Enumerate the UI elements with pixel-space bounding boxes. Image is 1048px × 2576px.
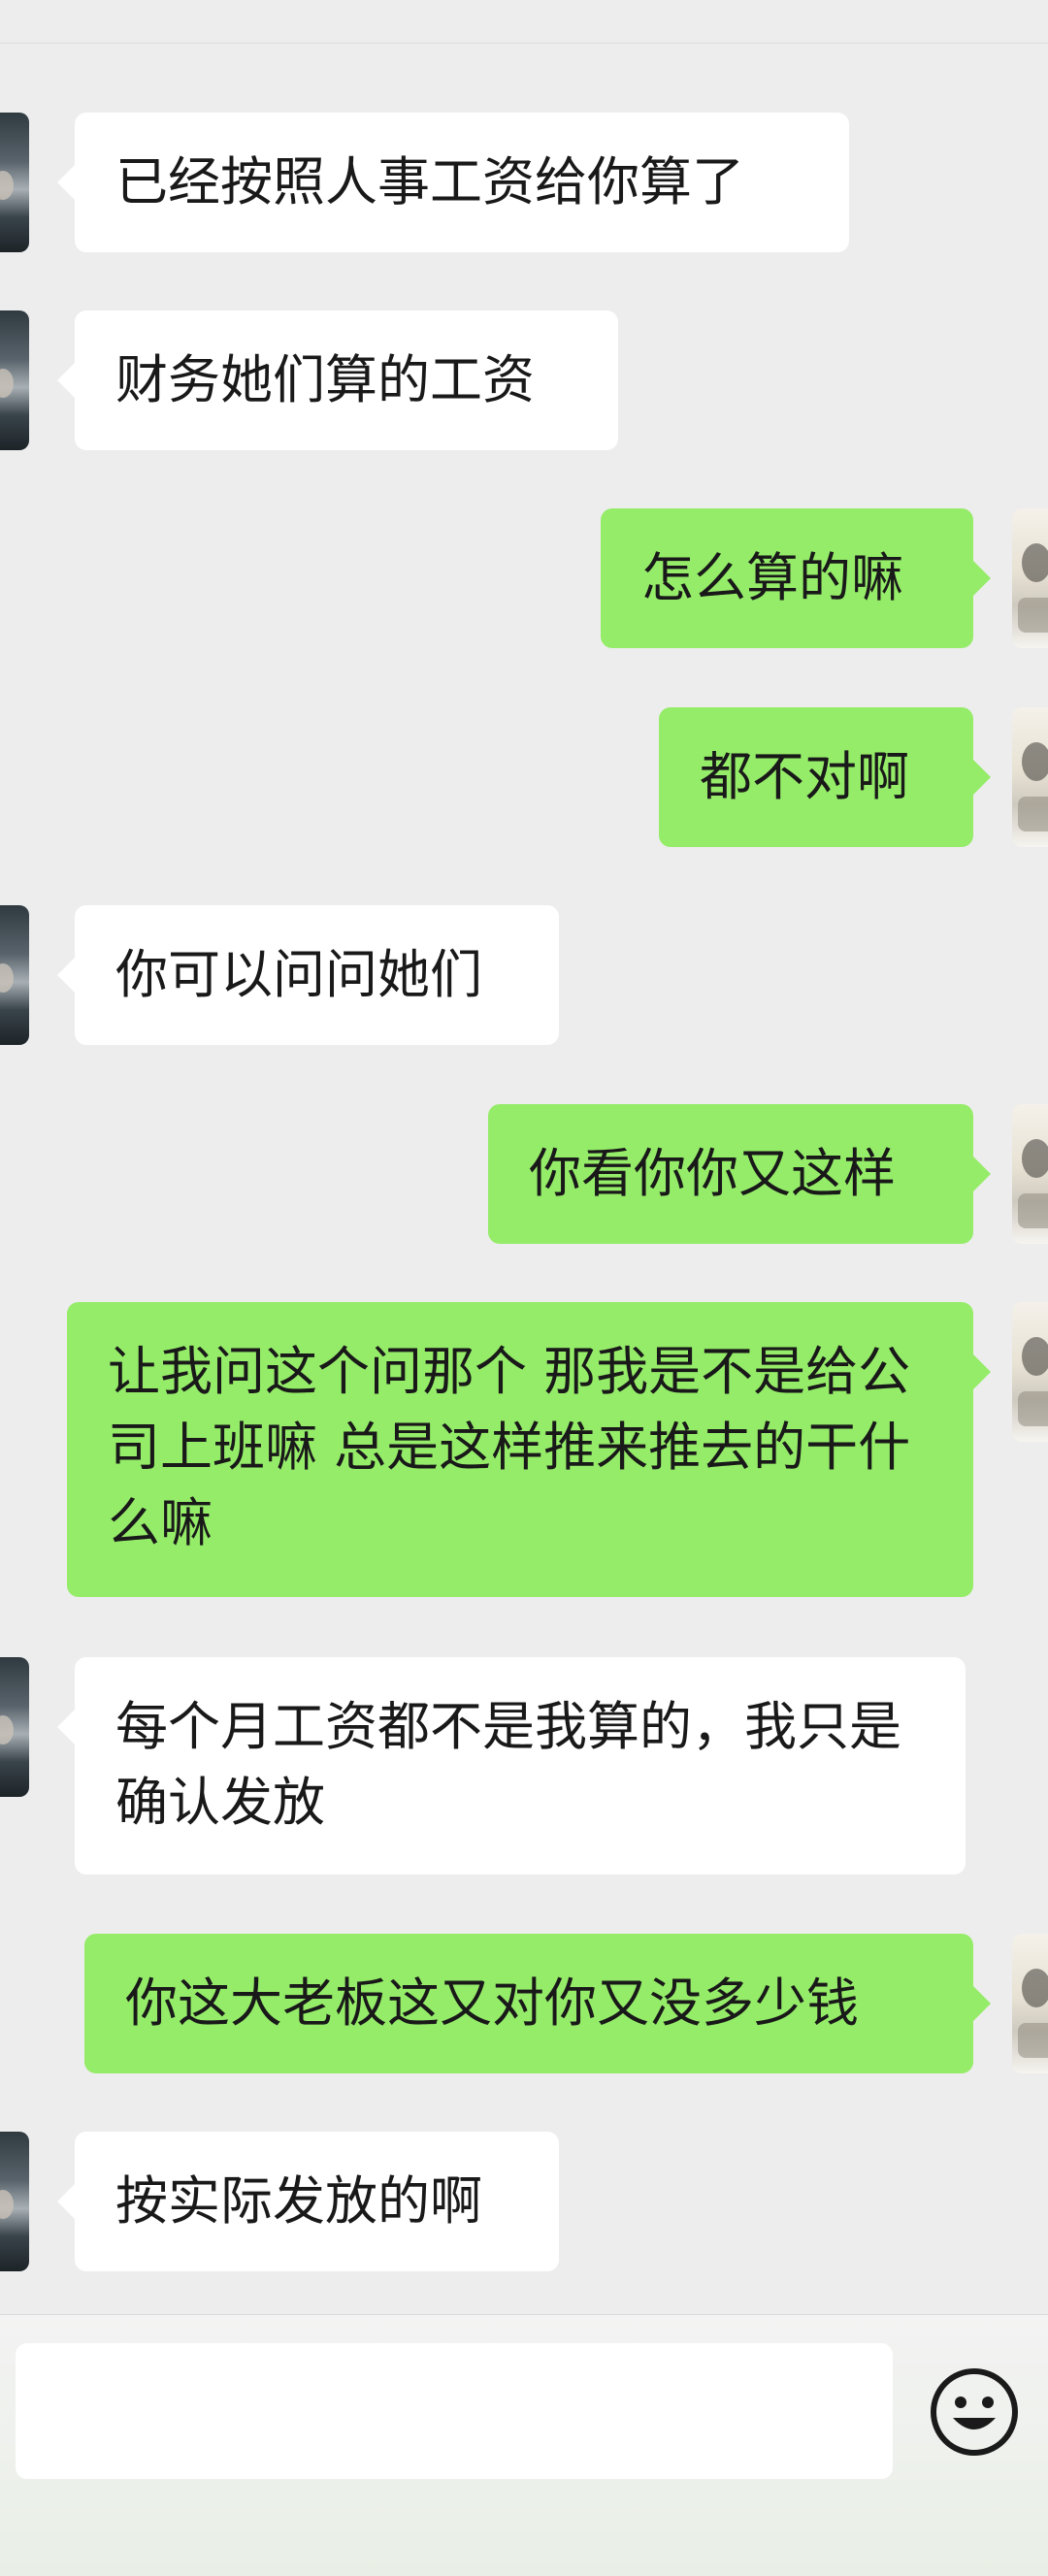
user-avatar[interactable] [1012,707,1048,847]
user-avatar[interactable] [1012,1934,1048,2073]
chat-message-list[interactable]: 已经按照人事工资给你算了 财务她们算的工资 怎么算的嘛 都不对啊 你可以问问她们… [0,0,1048,2314]
incoming-message-bubble[interactable]: 你可以问问她们 [57,905,559,1045]
contact-avatar[interactable] [0,1657,29,1797]
contact-avatar[interactable] [0,2132,29,2271]
contact-avatar[interactable] [0,113,29,252]
incoming-message-bubble[interactable]: 财务她们算的工资 [57,310,618,450]
smiley-face-icon [931,2368,1018,2456]
user-avatar[interactable] [1012,508,1048,648]
contact-avatar[interactable] [0,905,29,1045]
input-bar [0,2314,1048,2576]
outgoing-message-bubble[interactable]: 怎么算的嘛 [601,508,991,648]
user-avatar[interactable] [1012,1104,1048,1244]
emoji-button[interactable] [928,2365,1021,2459]
contact-avatar[interactable] [0,310,29,450]
outgoing-message-bubble[interactable]: 你看你你又这样 [488,1104,991,1244]
incoming-message-bubble[interactable]: 已经按照人事工资给你算了 [57,113,849,252]
outgoing-message-bubble[interactable]: 让我问这个问那个 那我是不是给公司上班嘛 总是这样推来推去的干什么嘛 [67,1302,991,1597]
outgoing-message-bubble[interactable]: 你这大老板这又对你又没多少钱 [84,1934,991,2073]
incoming-message-bubble[interactable]: 每个月工资都不是我算的，我只是确认发放 [57,1657,966,1875]
user-avatar[interactable] [1012,1302,1048,1442]
message-input[interactable] [16,2343,893,2479]
incoming-message-bubble[interactable]: 按实际发放的啊 [57,2132,559,2271]
outgoing-message-bubble[interactable]: 都不对啊 [659,707,991,847]
